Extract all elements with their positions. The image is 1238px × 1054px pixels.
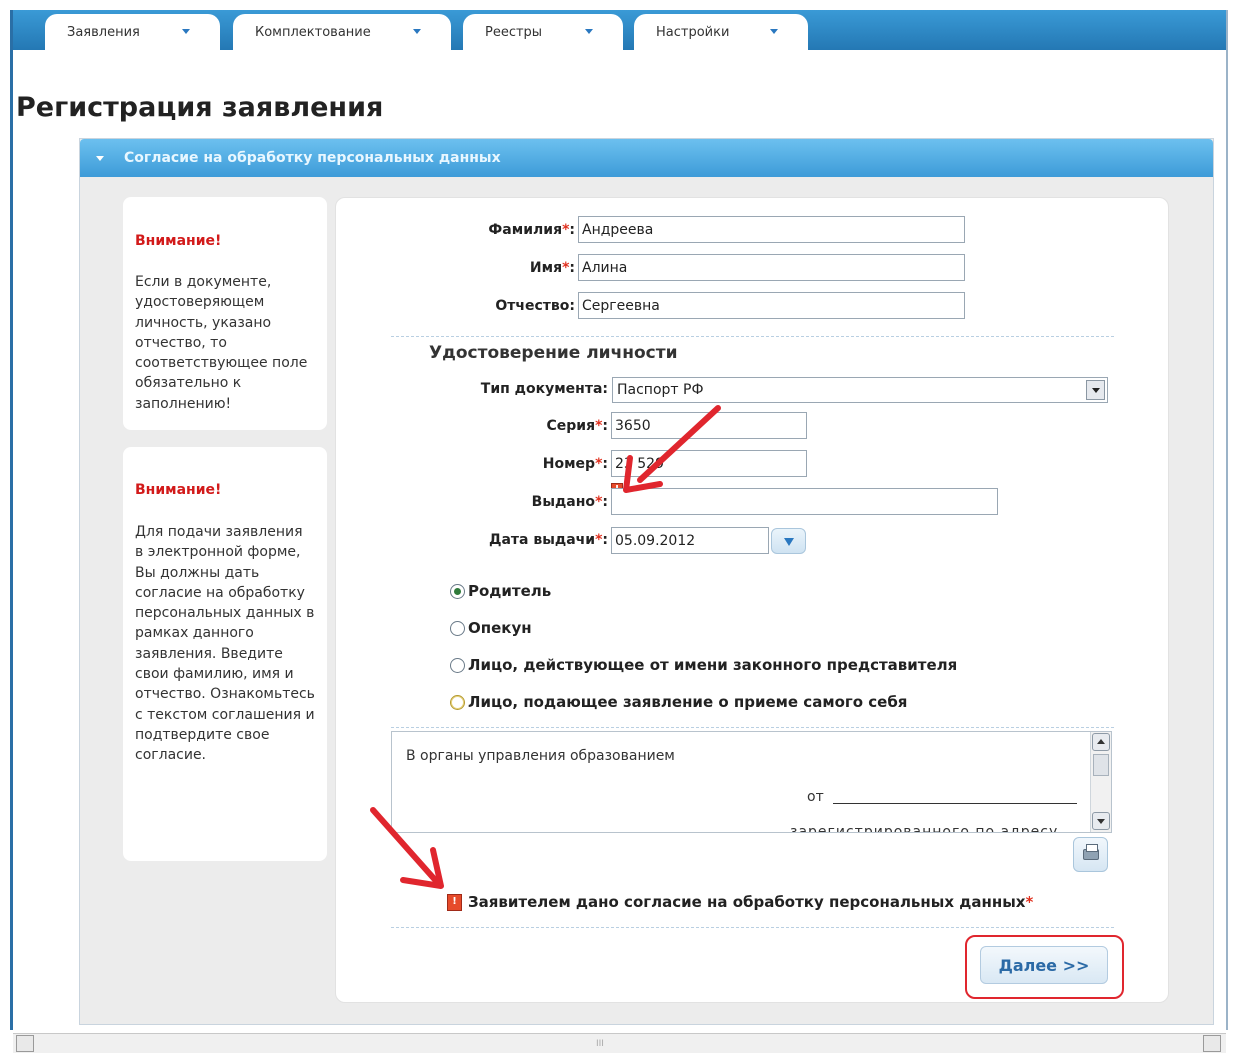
tab-registers[interactable]: Реестры [463, 14, 623, 50]
name-input[interactable] [578, 254, 965, 281]
surname-label: Фамилия*: [488, 222, 575, 238]
attention-text: Если в документе, удостоверяющем личност… [135, 274, 308, 412]
radio-icon[interactable] [450, 657, 465, 673]
header-decoration [823, 14, 1223, 48]
scroll-up-icon[interactable] [1092, 733, 1110, 751]
issued-by-label: Выдано*: [531, 494, 608, 510]
patronymic-label: Отчество: [495, 298, 575, 314]
role-label: Лицо, подающее заявление о приеме самого… [468, 693, 908, 711]
divider [391, 336, 1114, 337]
agreement-line: В органы управления образованием [406, 748, 675, 764]
scroll-right-icon[interactable] [1203, 1035, 1221, 1052]
tab-label: Заявления [67, 24, 140, 40]
scroll-grip[interactable]: III [596, 1039, 604, 1049]
agreement-text-area[interactable]: В органы управления образованием от заре… [391, 731, 1112, 833]
scroll-left-icon[interactable] [16, 1035, 34, 1052]
radio-selected-icon[interactable] [450, 583, 465, 599]
role-option-parent[interactable]: Родитель [450, 582, 551, 600]
error-checkbox-icon[interactable]: ! [447, 893, 462, 911]
window-frame-right [1226, 10, 1228, 1030]
chevron-down-icon [770, 29, 778, 34]
chevron-down-icon [182, 29, 190, 34]
attention-note-patronymic: Внимание! Если в документе, удостоверяющ… [123, 197, 327, 430]
annotation-arrow-icon [623, 405, 721, 493]
tab-staffing[interactable]: Комплектование [233, 14, 451, 50]
issue-date-label: Дата выдачи*: [489, 532, 608, 548]
number-label: Номер*: [542, 456, 608, 472]
id-section-title: Удостоверение личности [429, 343, 678, 363]
consent-label: Заявителем дано согласие на обработку пе… [468, 893, 1026, 911]
panel-title: Согласие на обработку персональных данны… [124, 150, 501, 166]
print-button[interactable] [1073, 837, 1108, 872]
series-label: Серия*: [546, 418, 608, 434]
panel-header[interactable]: Согласие на обработку персональных данны… [80, 139, 1213, 177]
agreement-line: от [807, 789, 824, 805]
surname-input[interactable] [578, 216, 965, 243]
tab-label: Комплектование [255, 24, 371, 40]
attention-heading: Внимание! [135, 233, 222, 249]
divider [391, 727, 1114, 728]
role-option-self[interactable]: Лицо, подающее заявление о приеме самого… [450, 693, 907, 711]
window-frame-left [10, 10, 13, 1030]
role-label: Опекун [468, 619, 532, 637]
chevron-down-icon [585, 29, 593, 34]
attention-note-consent: Внимание! Для подачи заявления в электро… [123, 447, 327, 861]
scroll-thumb[interactable] [1093, 754, 1109, 776]
chevron-down-icon [413, 29, 421, 34]
required-mark: * [1025, 893, 1034, 911]
attention-heading: Внимание! [135, 482, 222, 498]
collapse-icon [96, 155, 104, 161]
blank-line [833, 803, 1077, 804]
tab-label: Настройки [656, 24, 730, 40]
consent-checkbox-row[interactable]: ! Заявителем дано согласие на обработку … [447, 893, 1033, 911]
dropdown-arrow-icon[interactable] [1086, 380, 1105, 400]
tab-applications[interactable]: Заявления [45, 14, 220, 50]
printer-icon [1083, 844, 1099, 860]
horizontal-scrollbar[interactable]: III [13, 1033, 1226, 1053]
role-label: Родитель [468, 582, 552, 600]
agreement-scrollbar[interactable] [1090, 732, 1111, 832]
page-title: Регистрация заявления [16, 92, 384, 123]
radio-icon[interactable] [450, 694, 465, 710]
agreement-line: зарегистрированного по адресу [790, 824, 1059, 833]
radio-icon[interactable] [450, 620, 465, 636]
doc-type-label: Тип документа: [480, 381, 608, 397]
role-label: Лицо, действующее от имени законного пре… [468, 656, 958, 674]
tab-label: Реестры [485, 24, 543, 40]
annotation-highlight-box [965, 935, 1124, 999]
name-label: Имя*: [529, 260, 575, 276]
calendar-dropdown-button[interactable] [771, 528, 806, 554]
scroll-down-icon[interactable] [1092, 812, 1110, 830]
attention-text: Для подачи заявления в электронной форме… [135, 524, 315, 764]
role-option-legal-representative[interactable]: Лицо, действующее от имени законного пре… [450, 656, 957, 674]
divider [391, 927, 1114, 928]
doc-type-value: Паспорт РФ [617, 382, 704, 398]
tab-settings[interactable]: Настройки [634, 14, 808, 50]
annotation-arrow-icon [370, 807, 444, 889]
issue-date-input[interactable] [611, 527, 769, 554]
role-option-guardian[interactable]: Опекун [450, 619, 532, 637]
patronymic-input[interactable] [578, 292, 965, 319]
